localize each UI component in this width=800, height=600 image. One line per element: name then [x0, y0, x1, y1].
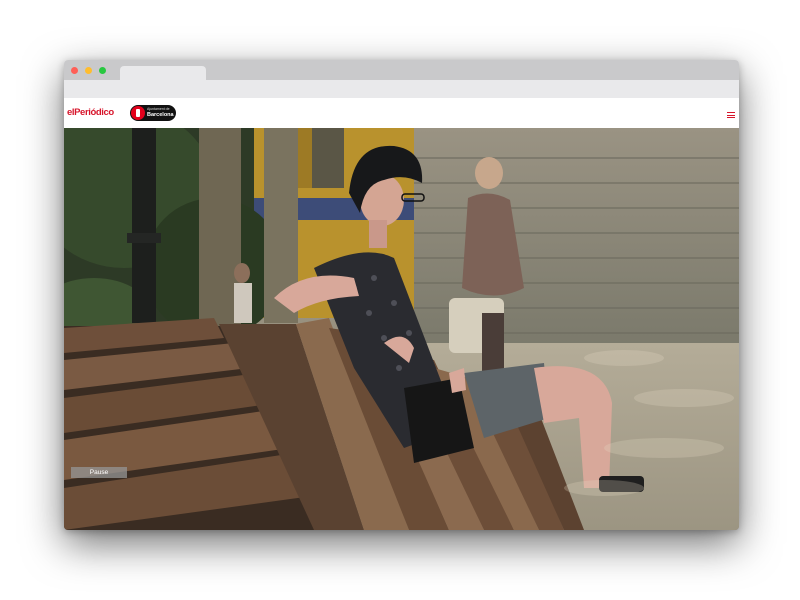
- hero-video[interactable]: Pause: [64, 128, 739, 530]
- pause-button[interactable]: Pause: [71, 467, 127, 478]
- browser-tab[interactable]: [120, 66, 206, 80]
- video-frame-scene: [64, 128, 739, 530]
- ajuntament-barcelona-logo[interactable]: Ajuntament de Barcelona: [130, 105, 176, 121]
- browser-titlebar: [64, 60, 739, 80]
- hamburger-menu-icon[interactable]: [727, 112, 735, 118]
- barcelona-emblem-icon: [131, 106, 145, 120]
- partner-logo-line1: Ajuntament de: [147, 107, 170, 111]
- site-header: elPeriódico Ajuntament de Barcelona: [64, 98, 739, 129]
- partner-logo-line2: Barcelona: [147, 112, 174, 118]
- close-window-icon[interactable]: [71, 67, 78, 74]
- el-periodico-logo[interactable]: elPeriódico: [67, 107, 114, 118]
- browser-toolbar: [64, 80, 739, 98]
- browser-window: elPeriódico Ajuntament de Barcelona Paus…: [64, 60, 739, 530]
- minimize-window-icon[interactable]: [85, 67, 92, 74]
- maximize-window-icon[interactable]: [99, 67, 106, 74]
